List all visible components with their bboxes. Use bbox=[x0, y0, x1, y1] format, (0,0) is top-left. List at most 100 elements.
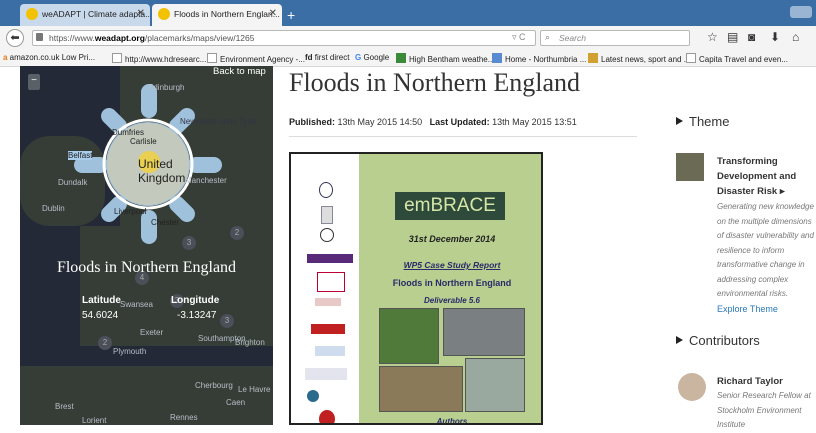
pocket-icon[interactable]: ◙ bbox=[748, 30, 755, 44]
url-bar[interactable]: https://www.weadapt.org/placemarks/maps/… bbox=[32, 30, 536, 46]
cover-subtitle: Floods in Northern England bbox=[392, 278, 512, 288]
partner-logo-icon bbox=[319, 410, 335, 423]
bookmark-high-bentham[interactable]: High Bentham weathe... bbox=[396, 53, 494, 64]
map-label-dundalk: Dundalk bbox=[58, 178, 88, 187]
page-icon bbox=[686, 53, 696, 63]
kings-college-logo-icon bbox=[317, 272, 345, 292]
latitude-label: Latitude bbox=[82, 295, 121, 306]
ucl-logo-icon bbox=[320, 228, 334, 242]
bookmark-northumbria[interactable]: Home - Northumbria ... bbox=[492, 53, 586, 64]
map-label-swansea: Swansea bbox=[120, 300, 153, 309]
latitude-value: 54.6024 bbox=[82, 310, 119, 321]
fd-icon: fd bbox=[305, 53, 315, 62]
updated-value: 13th May 2015 13:51 bbox=[492, 117, 577, 127]
partner-logo-icon bbox=[315, 346, 345, 356]
triangle-icon bbox=[676, 117, 683, 125]
report-cover-image[interactable]: emBRACE 31st December 2014 WP5 Case Stud… bbox=[289, 152, 543, 425]
tab-floods[interactable]: Floods in Northern Englan... ✕ bbox=[152, 4, 282, 26]
map-label-chester: Chester bbox=[151, 218, 180, 227]
cover-photo-debris bbox=[379, 366, 463, 412]
partner-logo-icon bbox=[319, 182, 333, 198]
contributor-block: Richard Taylor Senior Research Fellow at… bbox=[717, 374, 816, 433]
map-label-brest: Brest bbox=[55, 402, 74, 411]
theme-heading: Theme bbox=[676, 114, 729, 129]
close-icon[interactable]: ✕ bbox=[269, 8, 277, 19]
cover-photo-plaque bbox=[443, 308, 525, 356]
divider bbox=[289, 136, 637, 137]
map-label-brighton: Brighton bbox=[235, 338, 265, 347]
map-label-dumfries: Dumfries bbox=[112, 128, 145, 137]
bookmark-google[interactable]: G Google bbox=[355, 53, 389, 62]
search-input[interactable]: Search bbox=[540, 30, 690, 46]
reading-list-icon[interactable]: ▤ bbox=[727, 30, 738, 44]
map-panel[interactable]: Edinburgh Newcastle upon Tyne Dumfries C… bbox=[20, 66, 273, 425]
cover-authors: Authors bbox=[436, 417, 468, 425]
close-icon[interactable]: ✕ bbox=[137, 8, 145, 19]
map-place-title: Floods in Northern England bbox=[56, 259, 237, 276]
zoom-out-button[interactable]: − bbox=[28, 74, 40, 90]
map-label-le-havre: Le Havre bbox=[238, 385, 271, 394]
url-prefix: https://www. bbox=[49, 33, 95, 43]
search-icon: ⌕ bbox=[545, 32, 551, 42]
contributor-name[interactable]: Richard Taylor bbox=[717, 374, 816, 389]
star-icon[interactable]: ☆ bbox=[707, 30, 718, 44]
back-button[interactable]: ⬅ bbox=[6, 29, 24, 47]
new-tab-button[interactable]: + bbox=[287, 7, 295, 23]
theme-title-link[interactable]: Transforming Development and Disaster Ri… bbox=[717, 154, 816, 199]
map-label-liverpool: Liverpool bbox=[114, 207, 147, 216]
published-value: 13th May 2015 14:50 bbox=[337, 117, 423, 127]
map-cluster-marker[interactable]: 3 bbox=[220, 314, 234, 328]
map-cluster-marker[interactable]: 2 bbox=[230, 226, 244, 240]
map-label-cherbourg: Cherbourg bbox=[195, 381, 233, 390]
published-label: Published: bbox=[289, 117, 336, 127]
amazon-icon: a bbox=[3, 53, 10, 62]
map-label-rennes: Rennes bbox=[170, 413, 198, 422]
bookmark-hdresearch[interactable]: http://www.hdresearc... bbox=[112, 53, 206, 64]
theme-description: Generating new knowledge on the multiple… bbox=[717, 202, 814, 298]
map-label-lorient: Lorient bbox=[82, 416, 107, 425]
theme-thumbnail[interactable] bbox=[676, 153, 704, 181]
partner-logo-icon bbox=[315, 298, 341, 306]
explore-theme-link[interactable]: Explore Theme bbox=[717, 304, 816, 314]
cover-photo-sign bbox=[379, 308, 439, 364]
weadapt-favicon-icon bbox=[26, 8, 38, 20]
bookmark-first-direct[interactable]: fd first direct bbox=[305, 53, 349, 62]
longitude-label: Longitude bbox=[171, 295, 220, 306]
weather-icon bbox=[396, 53, 406, 63]
map-label-plymouth: Plymouth bbox=[113, 347, 147, 356]
triangle-icon bbox=[676, 336, 683, 344]
bookmark-amazon[interactable]: a amazon.co.uk Low Pri... bbox=[3, 53, 95, 62]
download-icon[interactable]: ⬇ bbox=[770, 30, 780, 44]
bookmark-environment-agency[interactable]: Environment Agency -... bbox=[207, 53, 305, 64]
page-title: Floods in Northern England bbox=[289, 68, 581, 97]
bookmark-capita[interactable]: Capita Travel and even... bbox=[686, 53, 788, 64]
map-cluster-marker[interactable]: 2 bbox=[98, 336, 112, 350]
map-label-exeter: Exeter bbox=[140, 328, 164, 337]
url-domain: weadapt.org bbox=[94, 33, 145, 43]
avatar[interactable] bbox=[678, 373, 706, 401]
northumbria-logo-icon bbox=[307, 254, 353, 263]
map-cluster-marker[interactable]: 3 bbox=[182, 236, 196, 250]
minimize-button[interactable] bbox=[790, 6, 812, 18]
reload-icon[interactable]: ▿ C bbox=[512, 32, 526, 43]
bookmarks-bar: a amazon.co.uk Low Pri... http://www.hdr… bbox=[0, 50, 816, 67]
home-icon[interactable]: ⌂ bbox=[792, 30, 799, 44]
cover-green-panel: emBRACE 31st December 2014 WP5 Case Stud… bbox=[359, 154, 541, 425]
weadapt-favicon-icon bbox=[158, 8, 170, 20]
search-placeholder: Search bbox=[559, 33, 586, 43]
partner-logo-icon bbox=[307, 390, 319, 402]
map-label-carlisle: Carlisle bbox=[130, 137, 157, 146]
tab-weadapt[interactable]: weADAPT | Climate adapta... ✕ bbox=[20, 4, 150, 26]
lock-icon bbox=[36, 33, 43, 41]
news-icon bbox=[588, 53, 598, 63]
embrace-logo: emBRACE bbox=[395, 192, 505, 220]
back-to-map-link[interactable]: Back to map bbox=[213, 66, 266, 77]
url-path: /placemarks/maps/view/1265 bbox=[144, 33, 255, 43]
page-icon bbox=[207, 53, 217, 63]
bookmark-latest-news[interactable]: Latest news, sport and ... bbox=[588, 53, 690, 64]
partner-logo-icon bbox=[321, 206, 333, 224]
sei-logo-icon bbox=[305, 368, 347, 380]
longitude-value: -3.13247 bbox=[177, 310, 217, 321]
publish-info: Published: 13th May 2015 14:50 Last Upda… bbox=[289, 117, 577, 127]
map-label-belfast: Belfast bbox=[68, 151, 93, 160]
